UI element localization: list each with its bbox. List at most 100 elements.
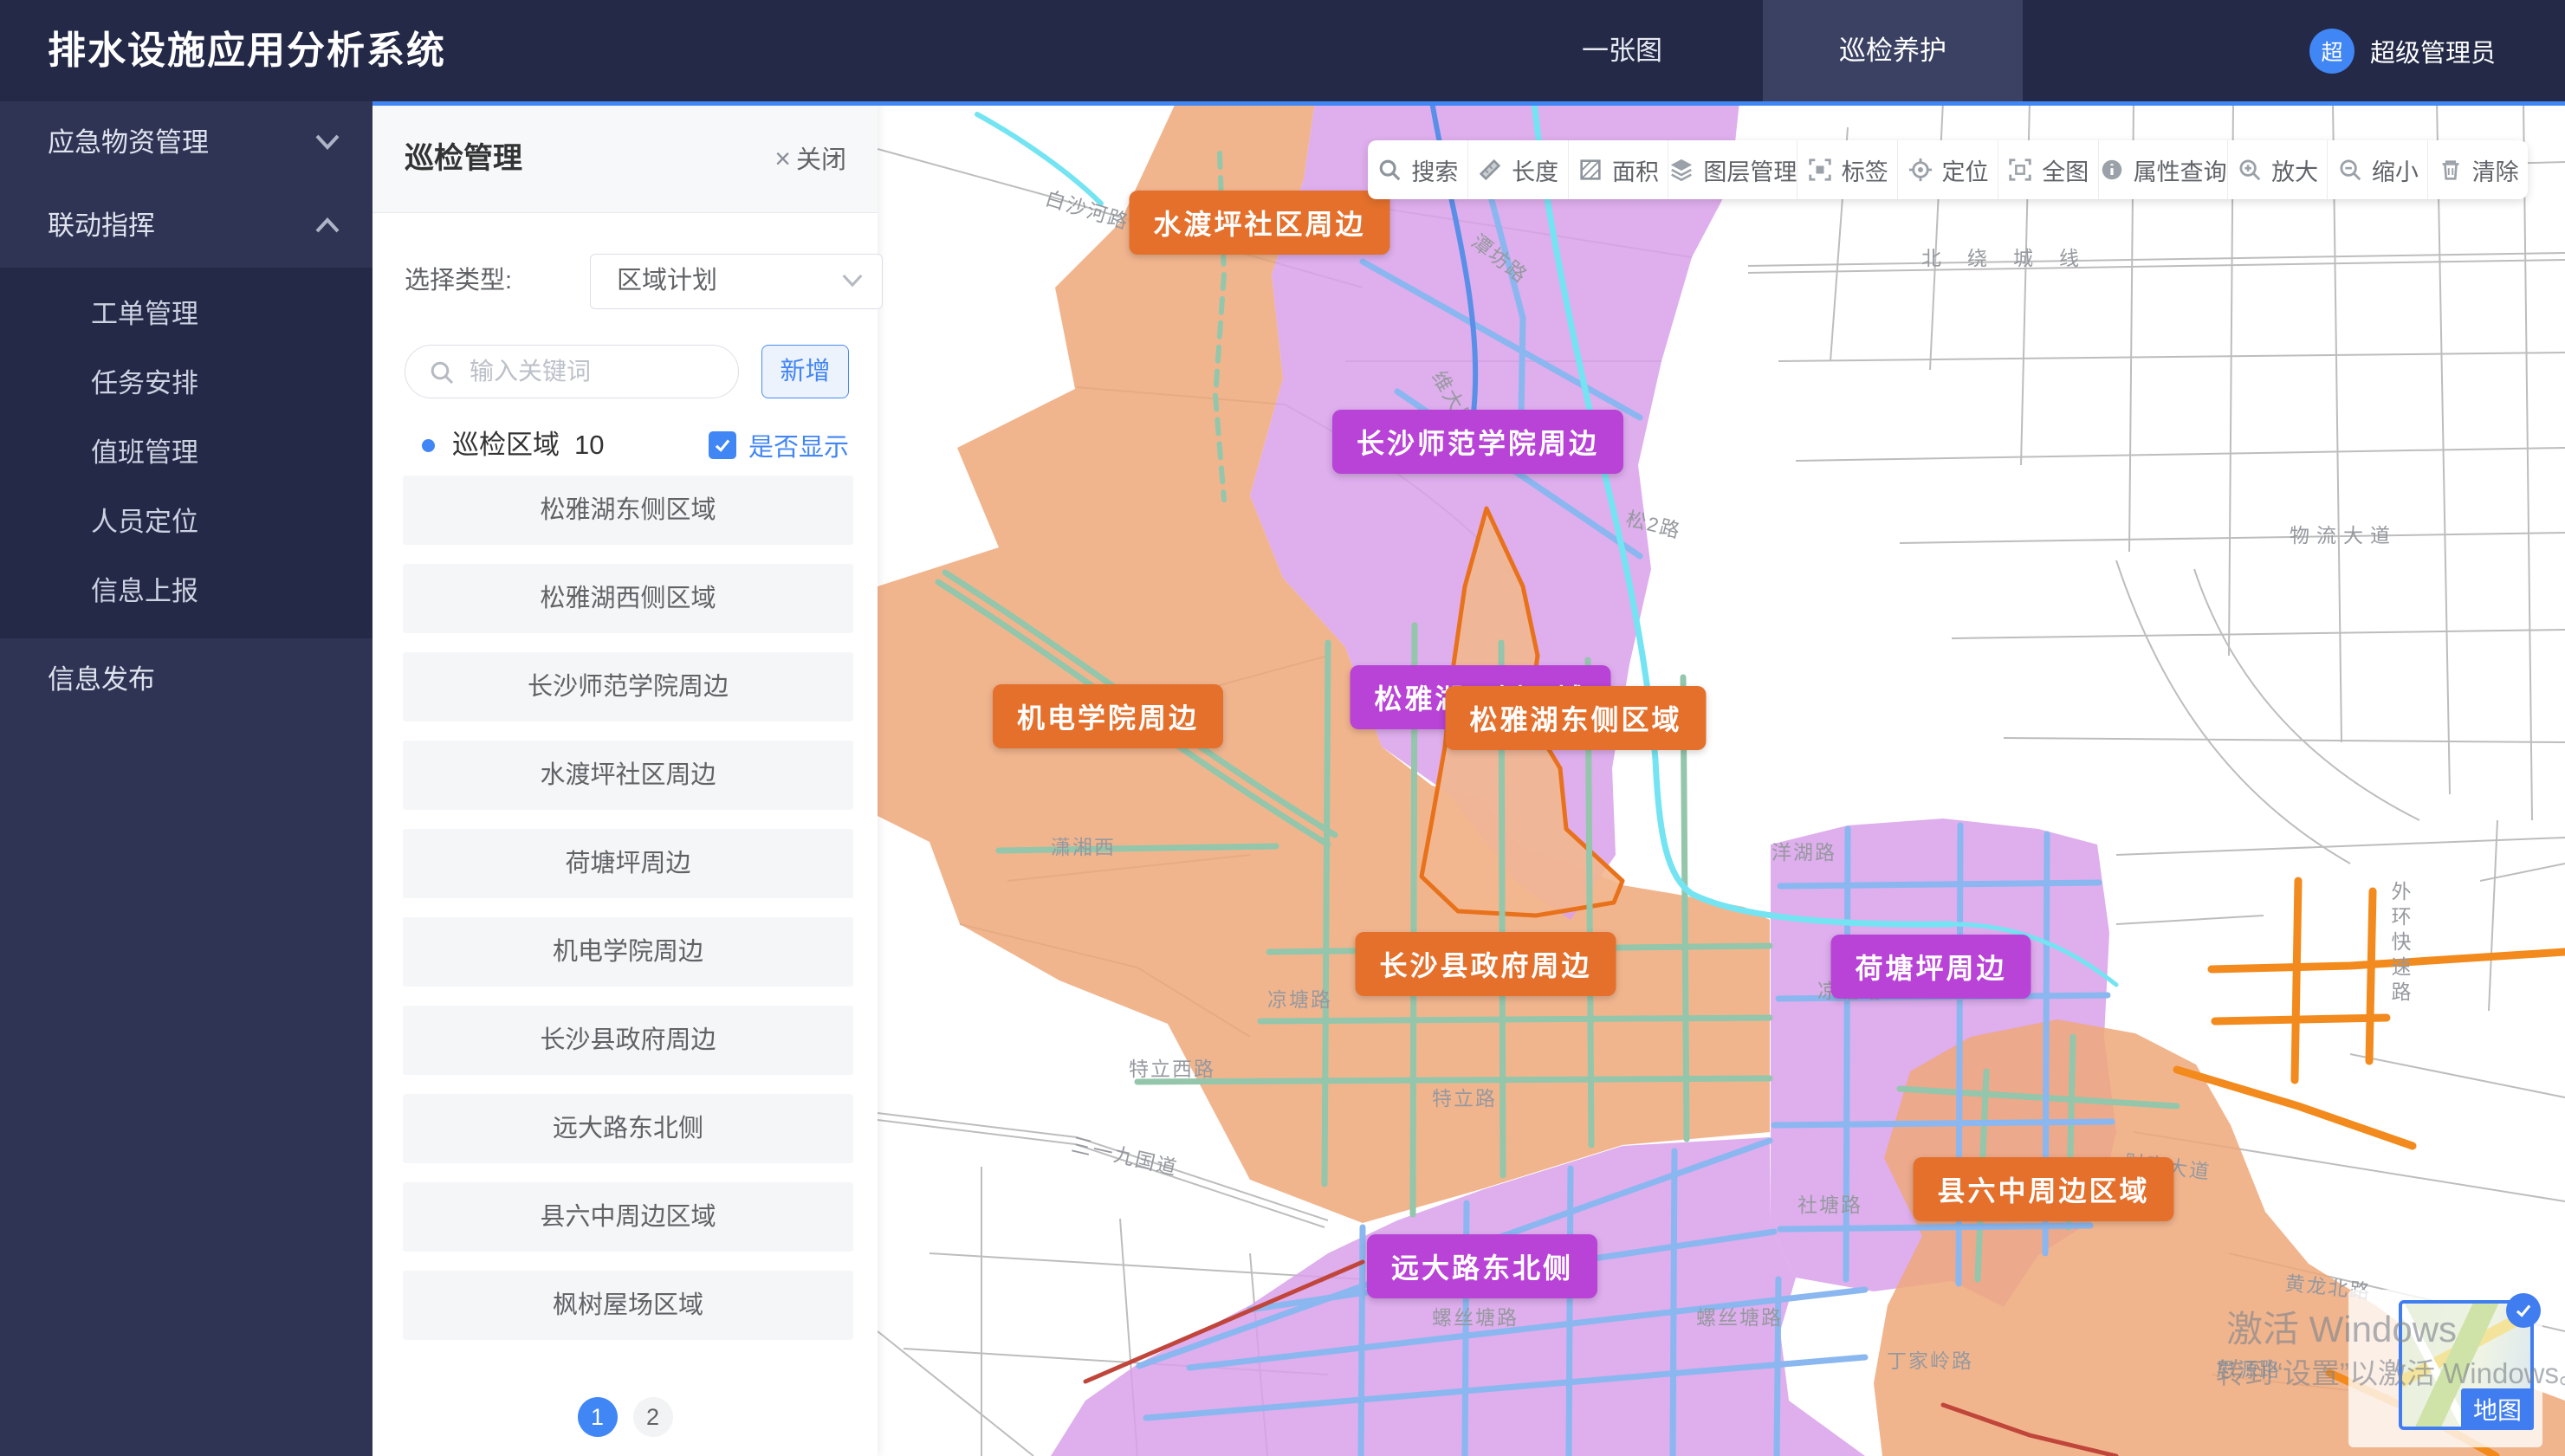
map-region-label-yuandalu[interactable]: 远大路东北侧 <box>1367 1234 1597 1298</box>
road-label: 螺丝塘路 <box>1696 1301 1783 1330</box>
map-region-label-xianliuzhong[interactable]: 县六中周边区域 <box>1913 1157 2173 1221</box>
basemap-switcher: 地图 <box>2348 1290 2542 1447</box>
tool-layers[interactable]: 图层管理 <box>1668 140 1797 199</box>
basemap-thumbnail[interactable]: 地图 <box>2399 1300 2534 1430</box>
app-title: 排水设施应用分析系统 <box>48 0 446 101</box>
tool-full-extent[interactable]: 全图 <box>1998 140 2099 199</box>
bullet-dot-icon <box>422 439 435 452</box>
chevron-down-icon <box>315 134 340 150</box>
type-label: 选择类型: <box>405 254 578 307</box>
pagination: 1 2 <box>372 1397 878 1437</box>
basemap <box>878 101 2565 1456</box>
plan-type-select[interactable]: 区域计划 <box>590 254 883 309</box>
list-item[interactable]: 长沙县政府周边 <box>403 1006 853 1075</box>
zoom-in-icon <box>2237 157 2263 183</box>
selected-plan-type: 区域计划 <box>617 255 717 307</box>
list-item[interactable]: 枫树屋场区域 <box>403 1271 853 1340</box>
tool-attribute-query[interactable]: 属性查询 <box>2099 140 2228 199</box>
panel-header: 巡检管理 ×关闭 <box>372 106 878 213</box>
chevron-up-icon <box>315 217 340 233</box>
nav-tab-one-map[interactable]: 一张图 <box>1555 0 1689 101</box>
sidebar-item-personnel-location[interactable]: 人员定位 <box>0 488 372 557</box>
page-button-2[interactable]: 2 <box>633 1397 673 1437</box>
info-icon <box>2099 157 2125 183</box>
list-item[interactable]: 远大路东北侧 <box>403 1094 853 1163</box>
search-icon <box>428 359 456 386</box>
page-button-1[interactable]: 1 <box>578 1397 618 1437</box>
sidebar-submenu: 工单管理 任务安排 值班管理 人员定位 信息上报 <box>0 268 372 638</box>
road-label: 潇湘西 <box>1051 831 1116 860</box>
tool-clear[interactable]: 清除 <box>2428 140 2528 199</box>
list-item[interactable]: 松雅湖东侧区域 <box>403 476 853 545</box>
road-label: 外环快速路 <box>2385 881 2414 1006</box>
check-icon <box>2506 1293 2541 1328</box>
list-item[interactable]: 松雅湖西侧区域 <box>403 564 853 633</box>
map-region-label-songya-east[interactable]: 松雅湖东侧区域 <box>1445 686 1706 750</box>
area-icon <box>1577 157 1603 183</box>
basemap-label: 地图 <box>2461 1388 2534 1430</box>
road-label: 螺丝塘路 <box>1432 1301 1519 1330</box>
sidebar-item-info-report[interactable]: 信息上报 <box>0 557 372 626</box>
map-region-label-jidian[interactable]: 机电学院周边 <box>993 684 1223 748</box>
tool-locate[interactable]: 定位 <box>1898 140 1998 199</box>
road-label: 思源路 <box>2216 1353 2281 1382</box>
list-item[interactable]: 县六中周边区域 <box>403 1182 853 1252</box>
search-row: 新增 <box>405 345 849 398</box>
checkbox-checked-icon[interactable] <box>709 431 736 459</box>
zoom-out-icon <box>2337 157 2363 183</box>
layers-icon <box>1668 157 1694 183</box>
toggle-label: 是否显示 <box>748 427 849 463</box>
full-extent-icon <box>2007 157 2033 183</box>
top-bar: 排水设施应用分析系统 一张图 巡检养护 超 超级管理员 <box>0 0 2565 101</box>
accent-divider <box>372 101 2565 106</box>
region-section-row: 巡检区域 10 是否显示 <box>405 424 849 467</box>
tool-tag[interactable]: 标签 <box>1797 140 1898 199</box>
list-item[interactable]: 荷塘坪周边 <box>403 829 853 898</box>
region-list: 松雅湖东侧区域 松雅湖西侧区域 长沙师范学院周边 水渡坪社区周边 荷塘坪周边 机… <box>403 476 853 1359</box>
list-item[interactable]: 水渡坪社区周边 <box>403 741 853 810</box>
sidebar-item-linkage-command[interactable]: 联动指挥 <box>0 184 372 268</box>
road-label: 北绕城线 <box>1921 242 2105 271</box>
road-label: 特立西路 <box>1129 1052 1215 1082</box>
search-input[interactable] <box>468 349 722 394</box>
map-region-label-county-gov[interactable]: 长沙县政府周边 <box>1355 932 1616 996</box>
road-label: 特立路 <box>1432 1082 1497 1111</box>
map-region-label-shuiduping[interactable]: 水渡坪社区周边 <box>1129 191 1389 255</box>
user-menu[interactable]: 超 超级管理员 <box>2309 0 2496 101</box>
list-item[interactable]: 机电学院周边 <box>403 917 853 987</box>
tool-area[interactable]: 面积 <box>1569 140 1669 199</box>
sidebar-item-info-publish[interactable]: 信息发布 <box>0 638 372 722</box>
locate-icon <box>1908 157 1933 183</box>
close-icon: × <box>774 143 791 174</box>
tag-icon <box>1807 157 1833 183</box>
sidebar-item-duty-management[interactable]: 值班管理 <box>0 418 372 488</box>
show-toggle[interactable]: 是否显示 <box>709 424 849 467</box>
chevron-down-icon <box>842 274 863 288</box>
close-button[interactable]: ×关闭 <box>774 106 846 212</box>
map-region-label-normal-college[interactable]: 长沙师范学院周边 <box>1332 410 1623 474</box>
map-canvas[interactable]: 白沙河路 北绕城线 物流大道 外环快速路 三一九国道 潇湘西 特立西路 特立路 … <box>878 101 2565 1456</box>
sidebar-item-task-arrangement[interactable]: 任务安排 <box>0 349 372 418</box>
user-name: 超级管理员 <box>2370 33 2496 69</box>
panel-title: 巡检管理 <box>405 106 522 212</box>
avatar: 超 <box>2309 29 2354 74</box>
sidebar-item-emergency-supplies[interactable]: 应急物资管理 <box>0 101 372 184</box>
map-toolbar: 搜索 长度 面积 图层管理 标签 定位 全图 属性查询 <box>1368 140 2528 199</box>
trash-icon <box>2438 157 2464 183</box>
inspection-panel: 巡检管理 ×关闭 选择类型: 区域计划 新增 巡检区域 10 是 <box>372 101 878 1456</box>
tool-zoom-in[interactable]: 放大 <box>2228 140 2329 199</box>
road-label: 洋湖路 <box>1772 836 1836 865</box>
list-item[interactable]: 长沙师范学院周边 <box>403 652 853 722</box>
search-icon <box>1376 157 1402 183</box>
tool-search[interactable]: 搜索 <box>1368 140 1468 199</box>
keyword-search[interactable] <box>405 345 739 398</box>
sidebar: 应急物资管理 联动指挥 工单管理 任务安排 值班管理 人员定位 信息上报 信息发… <box>0 101 372 1456</box>
map-region-label-hetangping[interactable]: 荷塘坪周边 <box>1830 935 2031 999</box>
sidebar-item-work-orders[interactable]: 工单管理 <box>0 280 372 349</box>
road-label: 丁家岭路 <box>1887 1344 1973 1374</box>
tool-length[interactable]: 长度 <box>1468 140 1569 199</box>
tool-zoom-out[interactable]: 缩小 <box>2328 140 2428 199</box>
add-button[interactable]: 新增 <box>761 345 849 398</box>
ruler-icon <box>1477 157 1503 183</box>
nav-tab-inspection[interactable]: 巡检养护 <box>1763 0 2023 101</box>
